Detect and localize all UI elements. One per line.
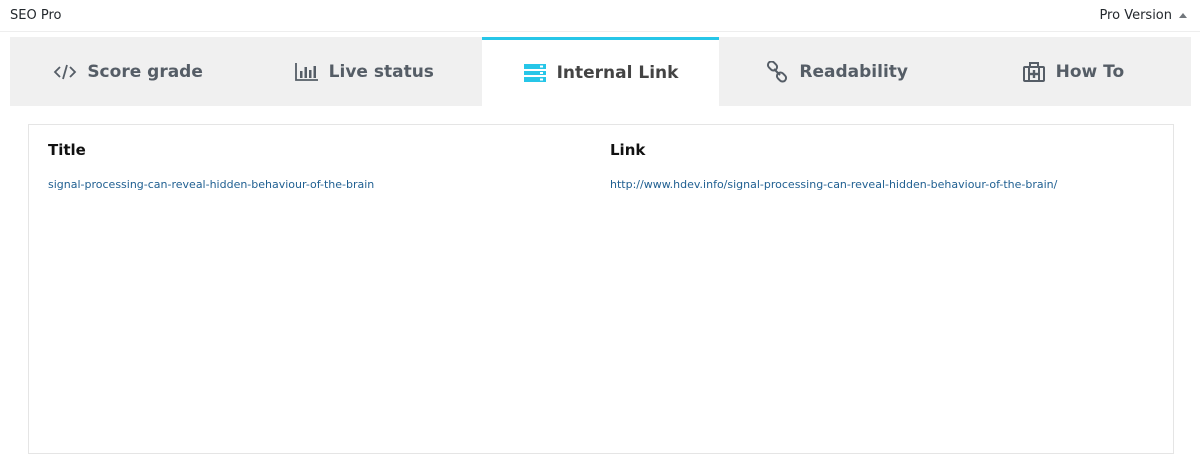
tab-bar: Score grade Live status Internal Link Re… [10, 37, 1191, 106]
tab-readability[interactable]: Readability [719, 37, 955, 106]
panel-title: SEO Pro [10, 8, 62, 23]
tab-live-status[interactable]: Live status [246, 37, 482, 106]
caret-up-icon[interactable] [1178, 10, 1188, 20]
row-title-link[interactable]: signal-processing-can-reveal-hidden-beha… [48, 178, 374, 191]
tab-score-grade[interactable]: Score grade [10, 37, 246, 106]
pro-version-link[interactable]: Pro Version [1099, 8, 1172, 23]
tab-internal-link[interactable]: Internal Link [482, 37, 719, 106]
tab-label: Readability [799, 61, 908, 82]
panel-header: SEO Pro Pro Version [0, 0, 1200, 32]
tab-label: Internal Link [556, 63, 679, 83]
row-url-link[interactable]: http://www.hdev.info/signal-processing-c… [610, 178, 1057, 191]
tab-how-to[interactable]: How To [955, 37, 1191, 106]
column-header-link: Link [610, 141, 646, 159]
first-aid-kit-icon [1022, 61, 1046, 83]
link-icon [765, 60, 789, 83]
column-header-title: Title [48, 141, 86, 159]
code-icon [53, 61, 77, 83]
bar-chart-icon [294, 61, 319, 83]
tab-label: How To [1055, 61, 1125, 82]
tab-label: Score grade [87, 61, 203, 82]
list-icon [523, 62, 547, 84]
tab-label: Live status [328, 61, 434, 82]
internal-links-table: Title Link signal-processing-can-reveal-… [28, 124, 1174, 454]
